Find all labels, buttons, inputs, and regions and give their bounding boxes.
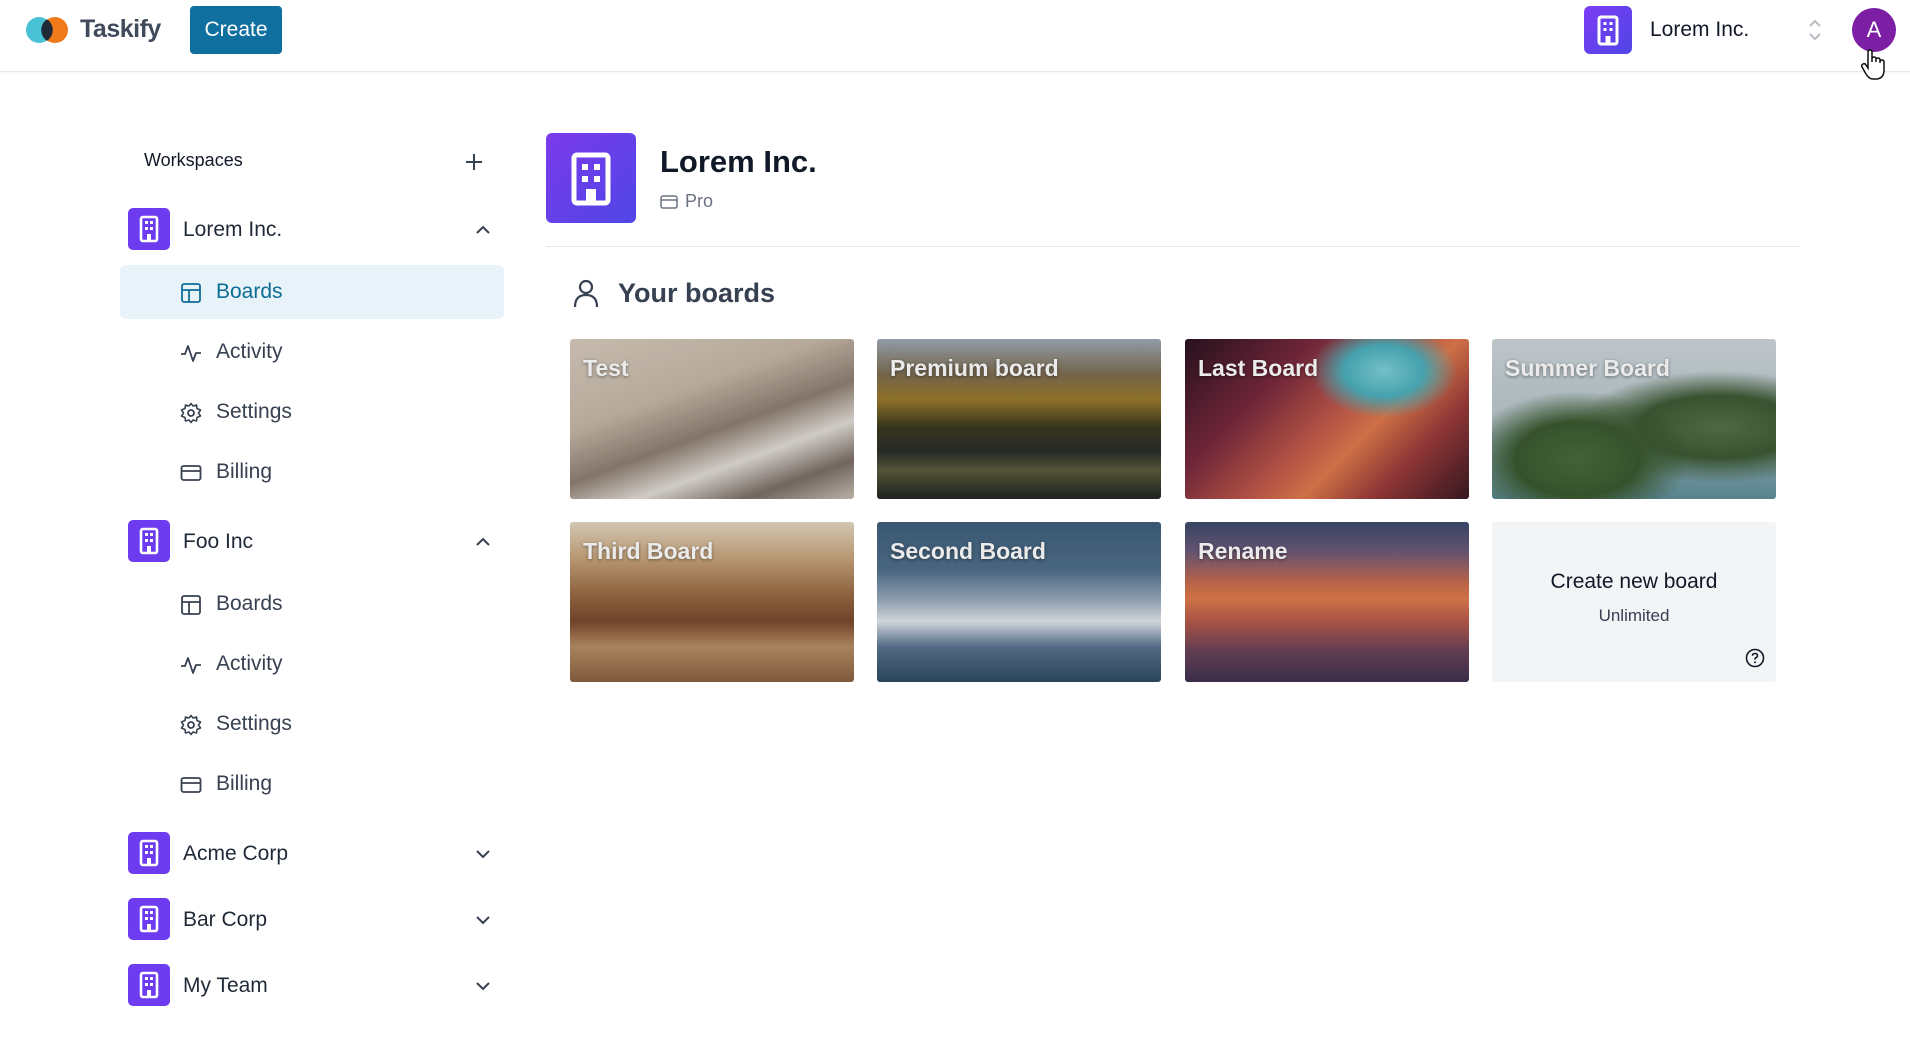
board-card[interactable]: Summer Board <box>1492 339 1776 499</box>
building-icon <box>128 832 170 874</box>
building-icon <box>128 208 170 250</box>
divider <box>546 246 1800 247</box>
create-board-subtitle: Unlimited <box>1598 606 1670 625</box>
top-navbar: Taskify Create Lorem Inc. A <box>0 0 1910 72</box>
chevron-down-icon[interactable] <box>474 977 492 995</box>
board-card[interactable]: Third Board <box>570 522 854 682</box>
chevron-up-icon[interactable] <box>474 533 492 551</box>
sidebar-item-label: Billing <box>216 460 273 483</box>
sidebar-item-boards[interactable]: Boards <box>120 577 504 631</box>
section-title: Your boards <box>618 278 776 308</box>
workspace-name: My Team <box>183 974 268 997</box>
hand-cursor-icon <box>1860 49 1885 80</box>
workspace-lorem-inc[interactable]: Lorem Inc. <box>128 208 498 252</box>
board-card[interactable]: Test <box>570 339 854 499</box>
sidebar-item-label: Activity <box>216 652 283 675</box>
workspace-acme-corp[interactable]: Acme Corp <box>128 832 498 876</box>
building-icon <box>128 898 170 940</box>
building-icon <box>1584 6 1632 54</box>
board-title: Third Board <box>583 538 714 564</box>
sidebar-item-label: Settings <box>216 712 292 735</box>
workspace-name: Acme Corp <box>183 842 289 865</box>
board-card[interactable]: Second Board <box>877 522 1161 682</box>
workspace-name: Lorem Inc. <box>183 218 283 241</box>
user-avatar[interactable]: A <box>1852 8 1896 52</box>
board-card[interactable]: Rename <box>1185 522 1469 682</box>
board-title: Rename <box>1198 538 1288 564</box>
create-board-card[interactable]: Create new board Unlimited <box>1492 522 1776 682</box>
plan-label: Pro <box>685 191 714 211</box>
board-title: Last Board <box>1198 355 1319 381</box>
board-card[interactable]: Premium board <box>877 339 1161 499</box>
workspace-bar-corp[interactable]: Bar Corp <box>128 898 498 942</box>
board-icon <box>181 595 201 615</box>
gear-icon <box>180 402 202 424</box>
card-icon <box>180 465 202 481</box>
sidebar-item-billing[interactable]: Billing <box>120 445 504 499</box>
chevron-up-down-icon <box>1809 19 1821 41</box>
board-card[interactable]: Last Board <box>1185 339 1469 499</box>
workspaces-header: Workspaces <box>144 150 484 176</box>
chevron-down-icon[interactable] <box>474 911 492 929</box>
chevron-up-icon[interactable] <box>474 221 492 239</box>
activity-icon <box>181 657 201 674</box>
user-icon <box>573 279 599 308</box>
workspace-title: Lorem Inc. <box>660 144 817 179</box>
card-icon <box>660 195 678 209</box>
organization-switcher[interactable]: Lorem Inc. <box>1584 6 1834 54</box>
create-board-title: Create new board <box>1550 570 1718 593</box>
sidebar-item-boards[interactable]: Boards <box>120 265 504 319</box>
sidebar-item-label: Settings <box>216 400 292 423</box>
create-button[interactable]: Create <box>190 6 282 54</box>
workspace-my-team[interactable]: My Team <box>128 964 498 1008</box>
sidebar-item-settings[interactable]: Settings <box>120 385 504 439</box>
sidebar-item-label: Boards <box>216 592 283 615</box>
sidebar-item-label: Activity <box>216 340 283 363</box>
building-icon <box>128 964 170 1006</box>
board-title: Test <box>583 355 629 381</box>
sidebar-item-settings[interactable]: Settings <box>120 697 504 751</box>
chevron-down-icon[interactable] <box>474 845 492 863</box>
board-icon <box>181 283 201 303</box>
sidebar-item-label: Boards <box>216 280 283 303</box>
workspace-name: Bar Corp <box>183 908 268 931</box>
workspace-name: Foo Inc <box>183 530 254 553</box>
help-icon[interactable] <box>1745 648 1765 668</box>
card-icon <box>180 777 202 793</box>
sidebar-item-activity[interactable]: Activity <box>120 637 504 691</box>
current-org-name: Lorem Inc. <box>1650 18 1750 41</box>
workspace-foo-inc[interactable]: Foo Inc <box>128 520 498 564</box>
board-title: Second Board <box>890 538 1046 564</box>
sidebar-item-label: Billing <box>216 772 273 795</box>
gear-icon <box>180 714 202 736</box>
brand-name[interactable]: Taskify <box>80 15 161 44</box>
workspaces-title: Workspaces <box>144 150 243 170</box>
plus-icon[interactable] <box>464 152 484 172</box>
workspace-logo-icon <box>546 133 636 223</box>
sidebar-item-billing[interactable]: Billing <box>120 757 504 811</box>
sidebar-item-activity[interactable]: Activity <box>120 325 504 379</box>
building-icon <box>128 520 170 562</box>
board-title: Summer Board <box>1505 355 1670 381</box>
taskify-logo-icon[interactable] <box>24 15 70 45</box>
activity-icon <box>181 345 201 362</box>
board-title: Premium board <box>890 355 1059 381</box>
